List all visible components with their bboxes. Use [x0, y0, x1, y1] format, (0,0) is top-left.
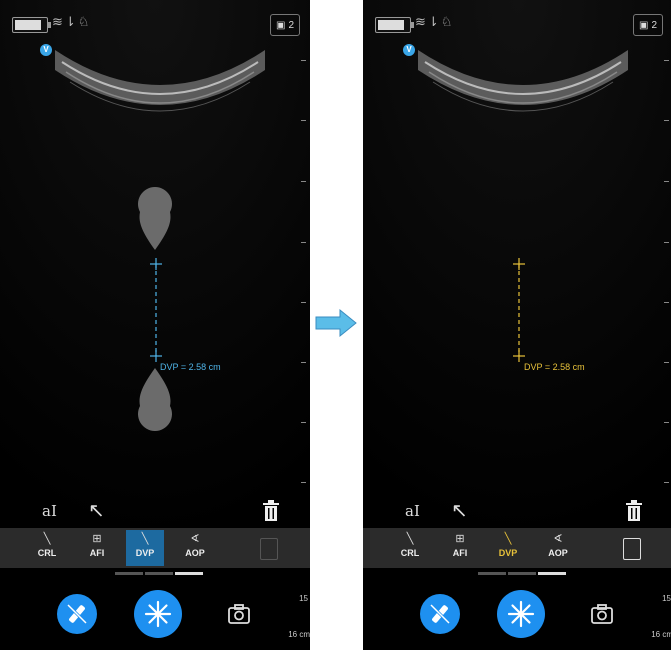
depth-tick-label: 15	[299, 594, 308, 603]
measurement-label: DVP = 2.58 cm	[160, 362, 221, 372]
afi-icon: ⊞	[455, 533, 465, 545]
camera-icon[interactable]	[227, 602, 251, 626]
status-bar: ≋⇂♘ ▣ 2	[375, 14, 663, 36]
probe-off-button[interactable]	[57, 594, 97, 634]
measure-afi-button[interactable]: ⊞ AFI	[78, 530, 116, 566]
clip-count-badge[interactable]: ▣ 2	[270, 14, 300, 36]
bottom-controls: 15 16 cm	[363, 586, 671, 650]
measurement-label: DVP = 2.58 cm	[524, 362, 585, 372]
transition-arrow-icon	[315, 308, 357, 338]
depth-label: 16 cm	[288, 630, 310, 639]
text-annotation-button[interactable]: aI	[42, 502, 57, 520]
ultrasound-screen-before: DVP = 2.58 cm ≋⇂♘ ▣ 2 V aI ↖ ╲ CRL ⊞ AFI	[0, 0, 310, 650]
measure-afi-button[interactable]: ⊞ AFI	[441, 530, 479, 566]
measure-aop-button[interactable]: ∢ AOP	[539, 530, 577, 566]
trash-icon[interactable]	[262, 500, 280, 522]
battery-icon	[12, 17, 51, 33]
angle-icon: ∢	[190, 533, 200, 545]
depth-ruler-tick	[664, 181, 669, 182]
ultrasound-image	[0, 0, 310, 540]
depth-ruler-tick	[664, 120, 669, 121]
measure-aop-button[interactable]: ∢ AOP	[176, 530, 214, 566]
clipboard-icon: ▣	[275, 19, 286, 31]
freeze-button[interactable]	[497, 590, 545, 638]
arrow-annotation-button[interactable]: ↖	[88, 498, 105, 523]
voice-indicator-icon: V	[40, 44, 52, 56]
depth-ruler-tick	[301, 482, 306, 483]
afi-icon: ⊞	[92, 533, 102, 545]
snowflake-icon	[144, 600, 172, 628]
report-icon[interactable]	[260, 538, 278, 560]
measure-crl-button[interactable]: ╲ CRL	[391, 530, 429, 566]
freeze-button[interactable]	[134, 590, 182, 638]
probe-off-icon	[66, 603, 88, 625]
arrow-annotation-button[interactable]: ↖	[451, 498, 468, 523]
ultrasound-screen-after: DVP = 2.58 cm ≋⇂♘ ▣ 2 V aI ↖ ╲ CRL ⊞ AFI	[363, 0, 671, 650]
snowflake-icon	[507, 600, 535, 628]
clipboard-icon: ▣	[638, 19, 649, 31]
bottom-controls: 15 16 cm	[0, 586, 310, 650]
line-icon: ╲	[141, 533, 149, 545]
depth-ruler-tick	[301, 120, 306, 121]
measure-crl-button[interactable]: ╲ CRL	[28, 530, 66, 566]
status-bar: ≋⇂♘ ▣ 2	[12, 14, 300, 36]
camera-icon[interactable]	[590, 602, 614, 626]
probe-off-button[interactable]	[420, 594, 460, 634]
depth-ruler-tick	[664, 60, 669, 61]
line-icon: ╲	[504, 533, 512, 545]
clip-count: 2	[651, 19, 657, 31]
line-icon: ╲	[43, 533, 51, 545]
depth-ruler-tick	[301, 60, 306, 61]
depth-ruler-tick	[301, 181, 306, 182]
depth-ruler-tick	[301, 242, 306, 243]
depth-ruler-tick	[301, 362, 306, 363]
line-icon: ╲	[406, 533, 414, 545]
depth-ruler-tick	[664, 302, 669, 303]
annotation-tools: aI ↖	[363, 498, 671, 524]
depth-ruler-tick	[664, 482, 669, 483]
measurement-toolbar: ╲ CRL ⊞ AFI ╲ DVP ∢ AOP	[363, 528, 671, 568]
measure-dvp-button[interactable]: ╲ DVP	[489, 530, 527, 566]
report-icon[interactable]	[623, 538, 641, 560]
depth-tick-label: 15	[662, 594, 671, 603]
angle-icon: ∢	[553, 533, 563, 545]
depth-ruler-tick	[301, 302, 306, 303]
voice-indicator-icon: V	[403, 44, 415, 56]
clip-count: 2	[288, 19, 294, 31]
wifi-probe-icons: ≋⇂♘	[415, 14, 455, 29]
trash-icon[interactable]	[625, 500, 643, 522]
clip-count-badge[interactable]: ▣ 2	[633, 14, 663, 36]
text-annotation-button[interactable]: aI	[405, 502, 420, 520]
depth-ruler-tick	[664, 242, 669, 243]
depth-ruler-tick	[664, 362, 669, 363]
wifi-probe-icons: ≋⇂♘	[52, 14, 92, 29]
battery-icon	[375, 17, 414, 33]
probe-off-icon	[429, 603, 451, 625]
measurement-toolbar: ╲ CRL ⊞ AFI ╲ DVP ∢ AOP	[0, 528, 310, 568]
depth-ruler-tick	[301, 422, 306, 423]
measure-dvp-button[interactable]: ╲ DVP	[126, 530, 164, 566]
depth-ruler-tick	[664, 422, 669, 423]
ultrasound-image	[363, 0, 671, 540]
depth-label: 16 cm	[651, 630, 671, 639]
annotation-tools: aI ↖	[0, 498, 310, 524]
